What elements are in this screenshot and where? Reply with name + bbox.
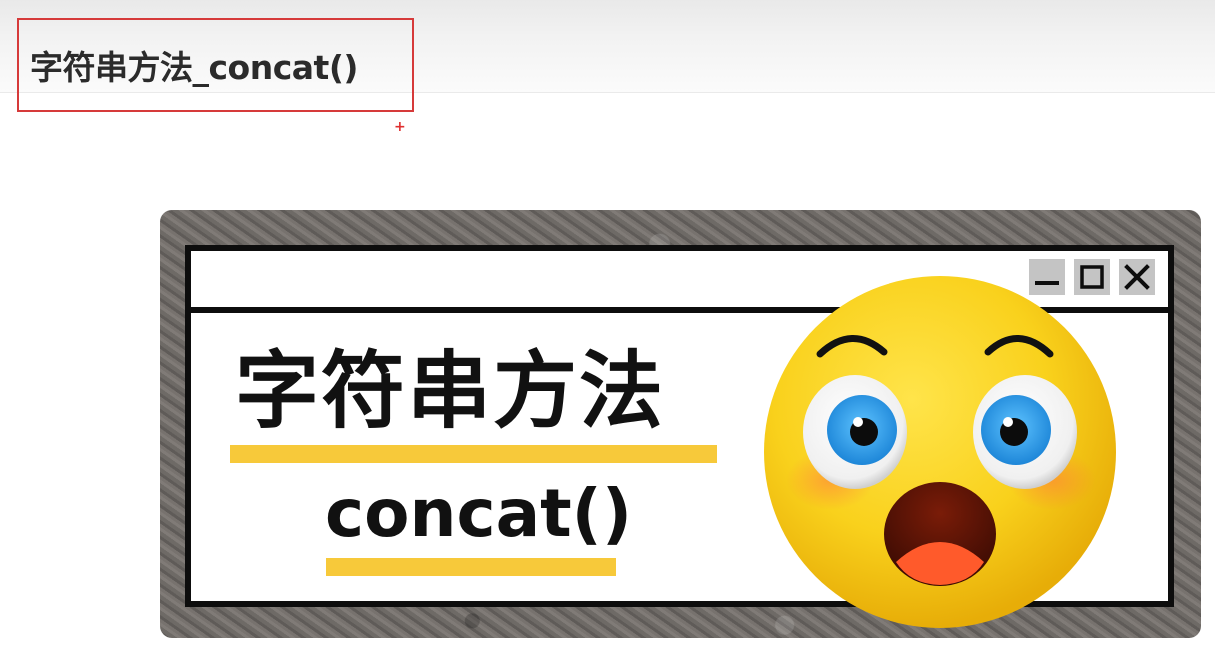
method-underline (326, 558, 616, 576)
thumbnail-heading: 字符串方法 (235, 342, 666, 440)
close-icon (1119, 259, 1155, 295)
page-title: 字符串方法_concat() (30, 48, 359, 87)
thumbnail-method: concat() (325, 475, 632, 552)
surprised-face-icon (764, 276, 1116, 628)
heading-underline (230, 445, 717, 463)
cursor-plus-mark: + (394, 119, 406, 135)
thumbnail-card: 字符串方法 concat() (160, 210, 1201, 638)
